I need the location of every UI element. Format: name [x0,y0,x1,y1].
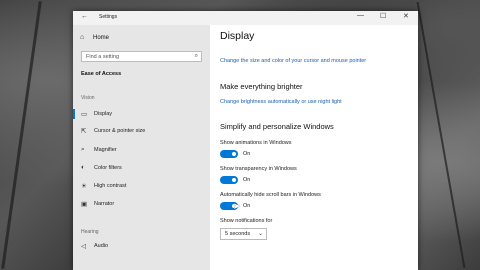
sidebar-item-cursor[interactable]: ⇱ Cursor & pointer size [73,125,210,137]
audio-icon: ◁ [81,243,86,250]
search-input[interactable]: Find a setting ⌕ [81,51,202,62]
notifications-dropdown[interactable]: 5 seconds ⌄ [220,228,267,240]
sidebar-item-label: Audio [94,243,109,249]
toggle-label-transparency: Show transparency in Windows [220,166,297,172]
toggle-knob [232,178,236,182]
heading-brighter: Make everything brighter [220,82,303,91]
sidebar-item-high-contrast[interactable]: ☀ High contrast [73,180,210,192]
group-hearing: Hearing [81,229,99,235]
toggle-label-scrollbars: Automatically hide scroll bars in Window… [220,192,321,198]
rock-crack [416,1,466,269]
sidebar-item-narrator[interactable]: ▣ Narrator [73,198,210,210]
color-filters-icon: ◐ [81,164,85,171]
page-title: Display [220,30,255,42]
sidebar-item-label: Color filters [94,165,122,171]
sidebar-item-audio[interactable]: ◁ Audio [73,240,210,252]
sidebar: ⌂ Home Find a setting ⌕ Ease of Access V… [73,25,210,270]
narrator-icon: ▣ [81,201,88,208]
home-icon[interactable]: ⌂ [80,34,84,41]
search-placeholder: Find a setting [86,54,120,60]
close-icon[interactable]: ✕ [403,12,409,20]
toggle-state: On [243,203,251,209]
toggle-state: On [243,177,251,183]
mouse-pointer-icon: ➤ [233,201,241,211]
notifications-label: Show notifications for [220,218,273,224]
sidebar-item-color-filters[interactable]: ◐ Color filters [73,162,210,174]
magnifier-icon: ⌕ [81,146,85,153]
search-icon[interactable]: ⌕ [195,53,198,60]
toggle-knob [232,152,236,156]
active-indicator [73,109,75,119]
animations-toggle[interactable] [220,150,238,158]
back-arrow-icon[interactable]: ← [81,13,88,20]
sidebar-item-label: Narrator [94,201,115,207]
brightness-link[interactable]: Change brightness automatically or use n… [220,99,342,105]
section-title: Ease of Access [81,71,122,77]
sidebar-item-label: Display [94,111,113,117]
group-vision: Vision [81,95,95,101]
rock-crack [1,1,42,269]
high-contrast-icon: ☀ [81,183,87,190]
main-content: Display Change the size and color of you… [210,25,418,270]
sidebar-item-magnifier[interactable]: ⌕ Magnifier [73,144,210,156]
home-link[interactable]: Home [93,35,109,41]
window-title: Settings [99,14,118,20]
cursor-settings-link[interactable]: Change the size and color of your cursor… [220,58,366,64]
toggle-state: On [243,151,251,157]
display-icon: ▭ [81,111,88,118]
chevron-down-icon: ⌄ [257,231,263,237]
heading-simplify: Simplify and personalize Windows [220,122,334,131]
settings-window: ← Settings — ☐ ✕ ⌂ Home Find a setting ⌕… [73,11,418,270]
dropdown-value: 5 seconds [225,231,251,237]
sidebar-item-label: Cursor & pointer size [94,128,146,134]
cursor-icon: ⇱ [81,128,87,135]
maximize-icon[interactable]: ☐ [380,12,386,20]
minimize-icon[interactable]: — [357,12,364,19]
sidebar-item-display[interactable]: ▭ Display [73,108,210,120]
sidebar-item-label: High contrast [94,183,127,189]
transparency-toggle[interactable] [220,176,238,184]
sidebar-item-label: Magnifier [94,147,117,153]
toggle-label-animations: Show animations in Windows [220,140,292,146]
title-bar: ← Settings — ☐ ✕ [73,11,418,25]
